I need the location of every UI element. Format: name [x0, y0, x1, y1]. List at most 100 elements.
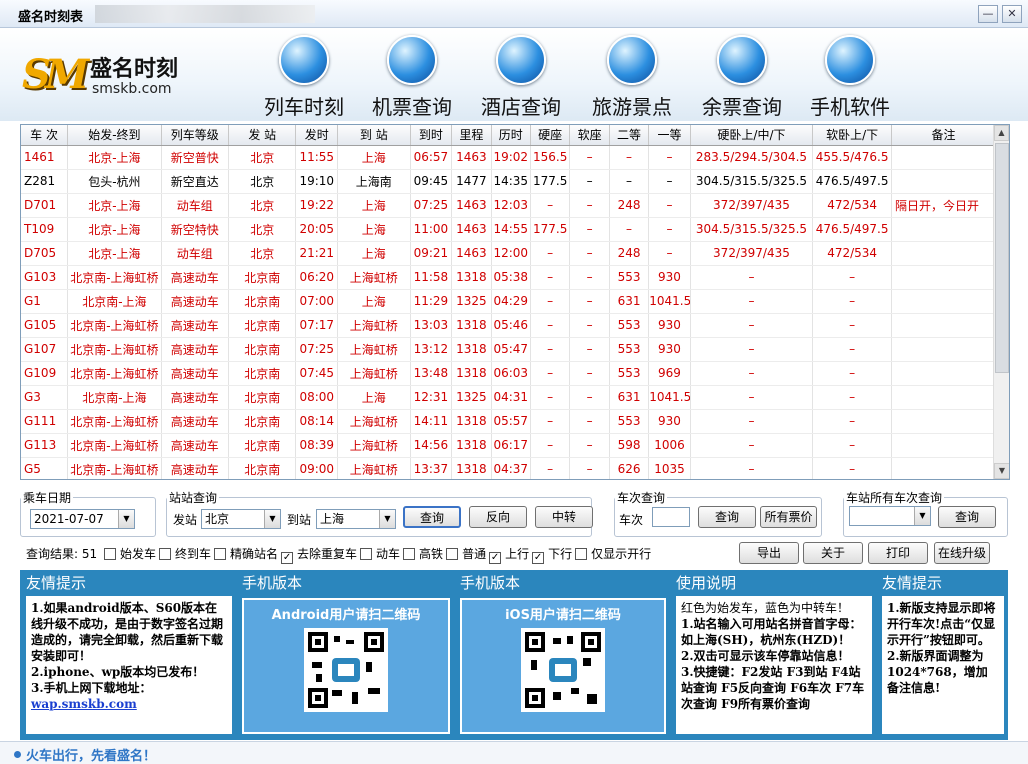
scroll-up-icon[interactable]: ▲ [994, 125, 1009, 141]
table-row[interactable]: G5 北京南-上海虹桥 高速动车 北京南 09:00 上海虹桥 13:37 1318 04:37… [21, 457, 996, 479]
vertical-scrollbar[interactable]: ▲ ▼ [993, 125, 1009, 479]
checkmark-icon[interactable]: ✓ [532, 552, 545, 564]
option-checkbox[interactable]: 精确站名 [214, 545, 278, 562]
table-row[interactable]: D701 北京-上海 动车组 北京 19:22 上海 07:25 1463 12:03– –248… [21, 193, 996, 218]
column-header[interactable]: 硬座 [530, 125, 571, 146]
table-cell [891, 289, 996, 314]
checkbox-icon[interactable] [360, 548, 373, 560]
table-cell: – [648, 169, 691, 194]
table-cell: G111 [21, 409, 69, 434]
checkbox-icon[interactable] [403, 548, 416, 560]
table-cell: 北京南-上海虹桥 [67, 265, 162, 290]
chevron-down-icon[interactable]: ▼ [914, 507, 930, 525]
timetable-grid[interactable]: 车 次始发-终到 列车等级发 站发时到 站到时 里程 历时 硬座 软座 二等 一等 硬卧上/中/… [20, 124, 1010, 480]
column-header[interactable]: 备注 [891, 125, 996, 146]
table-cell: 13:48 [410, 361, 453, 386]
option-checkbox[interactable]: 普通 [446, 545, 486, 562]
option-checkbox[interactable]: 高铁 [403, 545, 443, 562]
column-header[interactable]: 里程 [451, 125, 492, 146]
table-cell: 北京南-上海虹桥 [67, 361, 162, 386]
upgrade-button[interactable]: 在线升级 [934, 542, 990, 564]
table-row[interactable]: Z281 包头-杭州 新空直达 北京 19:10 上海南 09:45 1477 14:35 177… [21, 169, 996, 194]
all-station-select[interactable]: ▼ [849, 506, 931, 526]
nav-flight-query[interactable]: 机票查询 [362, 35, 462, 119]
column-header[interactable]: 软卧上/下 [812, 125, 893, 146]
about-button[interactable]: 关于 [803, 542, 863, 564]
table-row[interactable]: G103 北京南-上海虹桥 高速动车 北京南 06:20 上海虹桥 11:58 1318 05:… [21, 265, 996, 290]
export-button[interactable]: 导出 [739, 542, 799, 564]
scroll-thumb[interactable] [995, 143, 1009, 373]
nav-hotel-query[interactable]: 酒店查询 [471, 35, 571, 119]
chevron-down-icon[interactable]: ▼ [118, 510, 134, 528]
column-header[interactable]: 二等 [609, 125, 650, 146]
scroll-down-icon[interactable]: ▼ [994, 463, 1009, 479]
column-header[interactable]: 软座 [569, 125, 610, 146]
train-query-button[interactable]: 查询 [698, 506, 756, 528]
column-header[interactable]: 历时 [491, 125, 531, 146]
table-cell: – [609, 169, 650, 194]
table-cell: 07:25 [410, 193, 453, 218]
option-checkbox[interactable]: 始发车 [103, 545, 156, 562]
station-query-button[interactable]: 查询 [403, 506, 461, 528]
logo-url: smskb.com [92, 81, 172, 97]
checkbox-icon[interactable] [103, 548, 116, 560]
nav-train-times[interactable]: 列车时刻 [254, 35, 354, 119]
table-row[interactable]: T109 北京-上海 新空特快 北京 20:05 上海 11:00 1463 14:55 177.… [21, 217, 996, 242]
download-link[interactable]: wap.smskb.com [31, 696, 227, 712]
nav-ticket-query[interactable]: 余票查询 [692, 35, 792, 119]
train-number-input[interactable] [652, 507, 690, 527]
table-row[interactable]: 1461 北京-上海 新空普快 北京 11:55 上海 06:57 1463 19:02 156.… [21, 145, 996, 170]
close-button[interactable]: ✕ [1002, 5, 1022, 23]
chevron-down-icon[interactable]: ▼ [264, 510, 280, 528]
table-cell: 553 [609, 265, 650, 290]
checkmark-icon[interactable]: ✓ [489, 552, 502, 564]
nav-tourism[interactable]: 旅游景点 [582, 35, 682, 119]
table-cell: 北京 [228, 241, 297, 266]
option-checkbox[interactable]: 动车 [360, 545, 400, 562]
option-checkbox[interactable]: 仅显示开行 [575, 545, 651, 562]
checkmark-icon[interactable]: ✓ [281, 552, 294, 564]
option-checkbox[interactable]: 终到车 [158, 545, 211, 562]
table-row[interactable]: G3 北京南-上海 高速动车 北京南 08:00 上海 12:31 1325 04:31– –63… [21, 385, 996, 410]
reverse-button[interactable]: 反向 [469, 506, 527, 528]
column-header[interactable]: 到 站 [337, 125, 411, 146]
option-checkbox[interactable]: ✓ 下行 [532, 545, 572, 564]
chevron-down-icon[interactable]: ▼ [379, 510, 395, 528]
table-row[interactable]: G113 北京南-上海虹桥 高速动车 北京南 08:39 上海虹桥 14:56 1318 06:… [21, 433, 996, 458]
option-checkbox[interactable]: ✓ 上行 [489, 545, 529, 564]
from-station-select[interactable]: 北京 ▼ [201, 509, 281, 529]
table-row[interactable]: G109 北京南-上海虹桥 高速动车 北京南 07:45 上海虹桥 13:48 1318 06:… [21, 361, 996, 386]
column-header[interactable]: 硬卧上/中/下 [690, 125, 814, 146]
table-cell: – [530, 337, 571, 362]
table-row[interactable]: G111 北京南-上海虹桥 高速动车 北京南 08:14 上海虹桥 14:11 1318 05:… [21, 409, 996, 434]
table-row[interactable]: G1 北京南-上海 高速动车 北京南 07:00 上海 11:29 1325 04:29– –63… [21, 289, 996, 314]
column-header[interactable]: 始发-终到 [67, 125, 162, 146]
column-header[interactable]: 列车等级 [161, 125, 230, 146]
table-cell: – [530, 409, 571, 434]
nav-mobile-software[interactable]: 手机软件 [800, 35, 900, 119]
column-header[interactable]: 车 次 [21, 125, 69, 146]
all-station-query-button[interactable]: 查询 [938, 506, 996, 528]
checkbox-icon[interactable] [214, 548, 226, 560]
table-row[interactable]: D705 北京-上海 动车组 北京 21:21 上海 09:21 1463 12:00– –248… [21, 241, 996, 266]
checkbox-icon[interactable] [575, 548, 588, 560]
table-row[interactable]: G105 北京南-上海虹桥 高速动车 北京南 07:17 上海虹桥 13:03 1318 05:… [21, 313, 996, 338]
column-header[interactable]: 发时 [295, 125, 338, 146]
table-cell: 13:12 [410, 337, 453, 362]
table-cell: 上海虹桥 [337, 313, 411, 338]
checkbox-icon[interactable] [158, 548, 171, 560]
transfer-button[interactable]: 中转 [535, 506, 593, 528]
to-station-select[interactable]: 上海 ▼ [316, 509, 396, 529]
table-cell: – [569, 385, 610, 410]
print-button[interactable]: 打印 [868, 542, 928, 564]
checkbox-icon[interactable] [446, 548, 459, 560]
all-fares-button[interactable]: 所有票价 [760, 506, 817, 528]
column-header[interactable]: 发 站 [228, 125, 297, 146]
option-checkbox[interactable]: ✓ 去除重复车 [281, 545, 357, 564]
column-header[interactable]: 一等 [648, 125, 691, 146]
date-picker[interactable]: 2021-07-07 ▼ [30, 509, 135, 529]
table-row[interactable]: G107 北京南-上海虹桥 高速动车 北京南 07:25 上海虹桥 13:12 1318 05:… [21, 337, 996, 362]
column-header[interactable]: 到时 [410, 125, 453, 146]
minimize-button[interactable]: — [978, 5, 998, 23]
header: SM 盛名时刻 smskb.com 列车时刻 机票查询 酒店查询 旅游景点 余票… [0, 29, 1028, 121]
